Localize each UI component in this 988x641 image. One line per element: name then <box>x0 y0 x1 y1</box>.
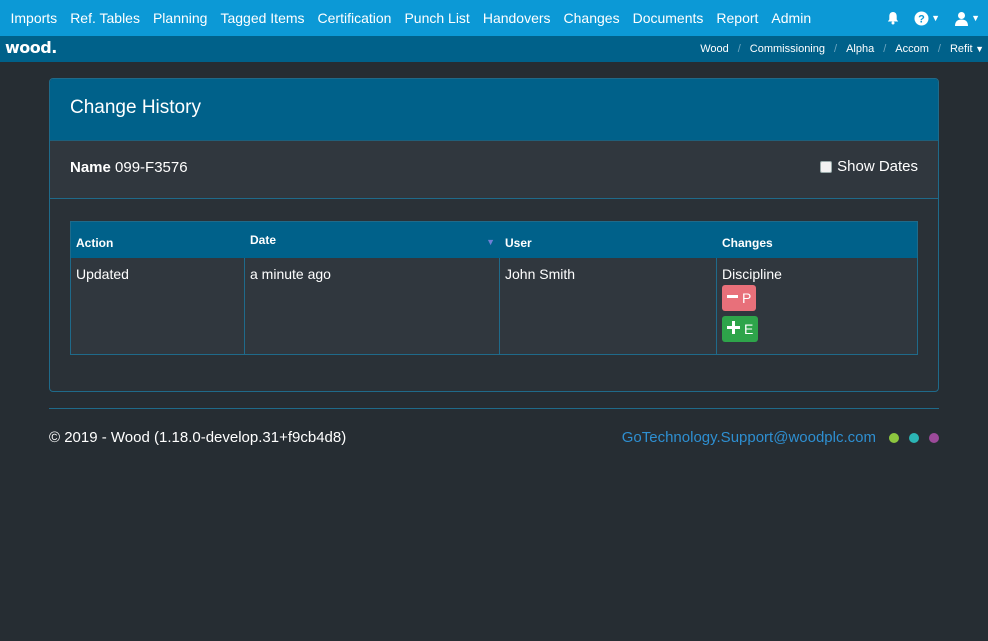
removed-value: P <box>742 290 752 306</box>
table-row: Updated a minute ago John Smith Discipli… <box>71 258 917 354</box>
name-value: 099-F3576 <box>115 159 188 176</box>
teal-dot-icon <box>909 433 919 443</box>
main-menu: Imports Ref. Tables Planning Tagged Item… <box>0 10 818 26</box>
brand-dots <box>889 433 939 443</box>
page-title: Change History <box>50 79 938 141</box>
column-header-changes[interactable]: Changes <box>717 222 917 258</box>
green-dot-icon <box>889 433 899 443</box>
chevron-down-icon: ▼ <box>971 13 980 23</box>
chevron-down-icon: ▼ <box>931 13 941 23</box>
user-icon <box>955 11 969 26</box>
column-header-action[interactable]: Action <box>71 222 245 258</box>
change-history-panel: Change History Name 099-F3576 Show Dates… <box>49 78 939 392</box>
show-dates-toggle[interactable]: Show Dates <box>820 158 918 175</box>
top-nav: Imports Ref. Tables Planning Tagged Item… <box>0 0 988 36</box>
breadcrumb-alpha[interactable]: Alpha <box>846 43 874 55</box>
support-email-link[interactable]: GoTechnology.Support@woodplc.com <box>622 429 876 446</box>
purple-dot-icon <box>929 433 939 443</box>
nav-imports[interactable]: Imports <box>4 10 64 26</box>
nav-right-icons: ? ▼ ▼ <box>886 0 980 36</box>
plus-icon <box>727 320 740 338</box>
help-menu-button[interactable]: ? ▼ <box>914 11 940 26</box>
changed-field-name: Discipline <box>722 266 782 282</box>
wood-logo[interactable]: wood. <box>5 38 57 57</box>
cell-date: a minute ago <box>245 258 500 354</box>
nav-documents[interactable]: Documents <box>626 10 710 26</box>
nav-tagged-items[interactable]: Tagged Items <box>214 10 311 26</box>
name-field: Name 099-F3576 <box>70 159 188 176</box>
breadcrumb: Wood / Commissioning / Alpha / Accom / R… <box>700 36 984 62</box>
copyright-text: © 2019 - Wood (1.18.0-develop.31+f9cb4d8… <box>49 429 347 446</box>
nav-handovers[interactable]: Handovers <box>476 10 557 26</box>
minus-icon <box>727 290 738 306</box>
user-menu-button[interactable]: ▼ <box>954 11 980 26</box>
change-history-table: Action Date ▼ User Changes Updated a min… <box>70 221 918 355</box>
svg-text:?: ? <box>918 13 925 25</box>
breadcrumb-refit[interactable]: Refit ▼ <box>950 43 984 55</box>
footer-divider <box>49 408 939 409</box>
removed-value-badge: P <box>722 285 757 311</box>
breadcrumb-commissioning[interactable]: Commissioning <box>750 43 825 55</box>
table-header: Action Date ▼ User Changes <box>71 222 917 258</box>
context-bar: wood. Wood / Commissioning / Alpha / Acc… <box>0 36 988 62</box>
breadcrumb-separator: / <box>834 43 838 55</box>
cell-user: John Smith <box>500 258 717 354</box>
breadcrumb-separator: / <box>937 43 941 55</box>
nav-punch-list[interactable]: Punch List <box>398 10 476 26</box>
breadcrumb-wood[interactable]: Wood <box>700 43 729 55</box>
breadcrumb-refit-label: Refit <box>949 43 973 55</box>
nav-certification[interactable]: Certification <box>311 10 398 26</box>
nav-planning[interactable]: Planning <box>146 10 214 26</box>
sort-desc-icon: ▼ <box>486 237 495 247</box>
show-dates-label: Show Dates <box>837 158 918 175</box>
name-label: Name <box>70 159 111 176</box>
added-value: E <box>744 321 754 337</box>
column-header-user[interactable]: User <box>500 222 717 258</box>
chevron-down-icon: ▼ <box>972 44 984 54</box>
nav-ref-tables[interactable]: Ref. Tables <box>64 10 147 26</box>
nav-report[interactable]: Report <box>710 10 765 26</box>
breadcrumb-separator: / <box>737 43 741 55</box>
breadcrumb-separator: / <box>883 43 887 55</box>
cell-action: Updated <box>71 258 245 354</box>
column-header-date-label: Date <box>250 233 277 247</box>
column-header-date[interactable]: Date ▼ <box>245 222 500 258</box>
help-icon: ? <box>914 11 929 25</box>
bell-icon <box>887 12 899 25</box>
notifications-button[interactable] <box>886 11 900 25</box>
breadcrumb-accom[interactable]: Accom <box>895 43 929 55</box>
cell-changes: Discipline P E <box>717 258 917 354</box>
nav-changes[interactable]: Changes <box>557 10 626 26</box>
panel-filter-bar: Name 099-F3576 Show Dates <box>50 141 938 199</box>
show-dates-checkbox[interactable] <box>820 160 833 173</box>
added-value-badge: E <box>722 316 759 342</box>
nav-admin[interactable]: Admin <box>765 10 818 26</box>
